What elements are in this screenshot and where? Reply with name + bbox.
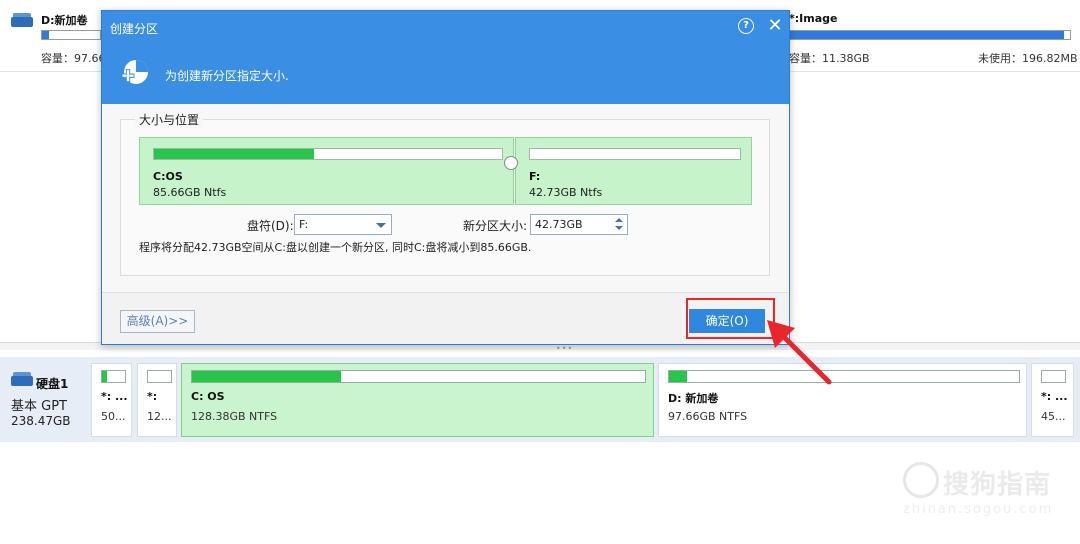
grip-icon: •••	[556, 344, 574, 353]
disk-icon	[11, 372, 33, 386]
spin-up-icon[interactable]	[615, 218, 623, 222]
disk-type: 基本 GPT	[11, 399, 67, 414]
highlight-box	[686, 298, 775, 339]
partition-f-block[interactable]: F: 42.73GB Ntfs	[515, 137, 752, 205]
watermark: 搜狗指南 zhinan.sogou.com	[903, 462, 1063, 522]
watermark-url: zhinan.sogou.com	[903, 502, 1054, 517]
dialog-titlebar[interactable]: 创建分区 ? ✕	[102, 11, 789, 43]
chevron-down-icon	[376, 223, 386, 228]
partition-name: C: OS	[191, 390, 225, 403]
volume-unused: 未使用：196.82MB	[978, 52, 1078, 65]
volume-name: *:Image	[789, 12, 838, 25]
partition-info: 45...	[1041, 410, 1066, 423]
disk-icon	[11, 13, 33, 27]
partition-block[interactable]: *: ... 45...	[1031, 363, 1074, 437]
partition-info: 50...	[101, 410, 126, 423]
drive-letter-value: F:	[299, 218, 309, 231]
partition-f-usage-bar	[529, 148, 741, 160]
volume-usage-bar	[41, 30, 101, 40]
disk-size: 238.47GB	[11, 414, 71, 428]
spin-down-icon[interactable]	[615, 226, 623, 230]
disk-info[interactable]: 硬盘1 基本 GPT 238.47GB	[0, 357, 88, 442]
advanced-button[interactable]: 高级(A)>>	[120, 310, 195, 333]
red-arrow-icon	[767, 320, 832, 385]
partition-size-value: 42.73GB	[535, 218, 583, 231]
partition-block[interactable]: *: 12...	[137, 363, 177, 437]
partition-info: 12...	[147, 410, 172, 423]
help-icon[interactable]: ?	[738, 18, 754, 34]
partition-name: *:	[147, 390, 158, 403]
group-label: 大小与位置	[135, 111, 204, 128]
partition-f-name: F:	[529, 170, 541, 183]
disk-name: 硬盘1	[36, 377, 69, 391]
partition-name: D: 新加卷	[668, 392, 719, 405]
allocation-note: 程序将分配42.73GB空间从C:盘以创建一个新分区, 同时C:盘将减小到85.…	[139, 241, 532, 254]
partition-name: *: ...	[101, 390, 128, 403]
watermark-text: 搜狗指南	[943, 470, 1052, 500]
partition-c-usage-bar	[153, 148, 503, 160]
partition-info: 128.38GB NTFS	[191, 410, 278, 423]
partition-size-label: 新分区大小:	[463, 219, 528, 233]
partition-name: *: ...	[1041, 390, 1068, 403]
size-position-group: 大小与位置 C:OS 85.66GB Ntfs F: 42.73GB Ntfs …	[120, 111, 770, 276]
volume-card-image[interactable]: *:Image 容量：11.38GB 未使用：196.82MB	[788, 0, 1080, 72]
partition-size-spinner[interactable]: 42.73GB	[530, 214, 628, 235]
partition-block-selected[interactable]: C: OS 128.38GB NTFS	[181, 363, 654, 437]
dialog-header: 为创建新分区指定大小.	[102, 43, 789, 104]
create-partition-dialog: 创建分区 ? ✕ 为创建新分区指定大小. 大小与位置 C:OS 85.66GB …	[101, 10, 790, 345]
partition-c-block[interactable]: C:OS 85.66GB Ntfs	[139, 137, 514, 205]
volume-name: D:新加卷	[41, 14, 88, 27]
create-partition-icon	[121, 60, 148, 84]
partition-f-info: 42.73GB Ntfs	[529, 186, 603, 199]
resize-handle[interactable]	[504, 156, 518, 170]
close-icon[interactable]: ✕	[766, 16, 784, 36]
volume-capacity: 容量：11.38GB	[789, 52, 870, 65]
partition-block[interactable]: *: ... 50...	[91, 363, 132, 437]
partition-c-name: C:OS	[153, 170, 183, 183]
partition-info: 97.66GB NTFS	[668, 410, 748, 423]
disk-map-row: 硬盘1 基本 GPT 238.47GB *: ... 50... *: 12..…	[0, 357, 1080, 442]
volume-card-d[interactable]: D:新加卷 容量：97.66	[0, 0, 106, 72]
dialog-content: 大小与位置 C:OS 85.66GB Ntfs F: 42.73GB Ntfs …	[102, 104, 789, 292]
drive-letter-label: 盘符(D):	[247, 219, 294, 233]
partition-c-info: 85.66GB Ntfs	[153, 186, 227, 199]
drive-letter-select[interactable]: F:	[294, 214, 392, 235]
dialog-title: 创建分区	[110, 22, 159, 36]
volume-usage-bar	[789, 30, 1071, 40]
dialog-header-text: 为创建新分区指定大小.	[165, 69, 289, 83]
volume-capacity: 容量：97.66	[41, 52, 106, 65]
sogou-logo-icon	[903, 462, 939, 498]
partition-block[interactable]: D: 新加卷 97.66GB NTFS	[658, 363, 1027, 437]
